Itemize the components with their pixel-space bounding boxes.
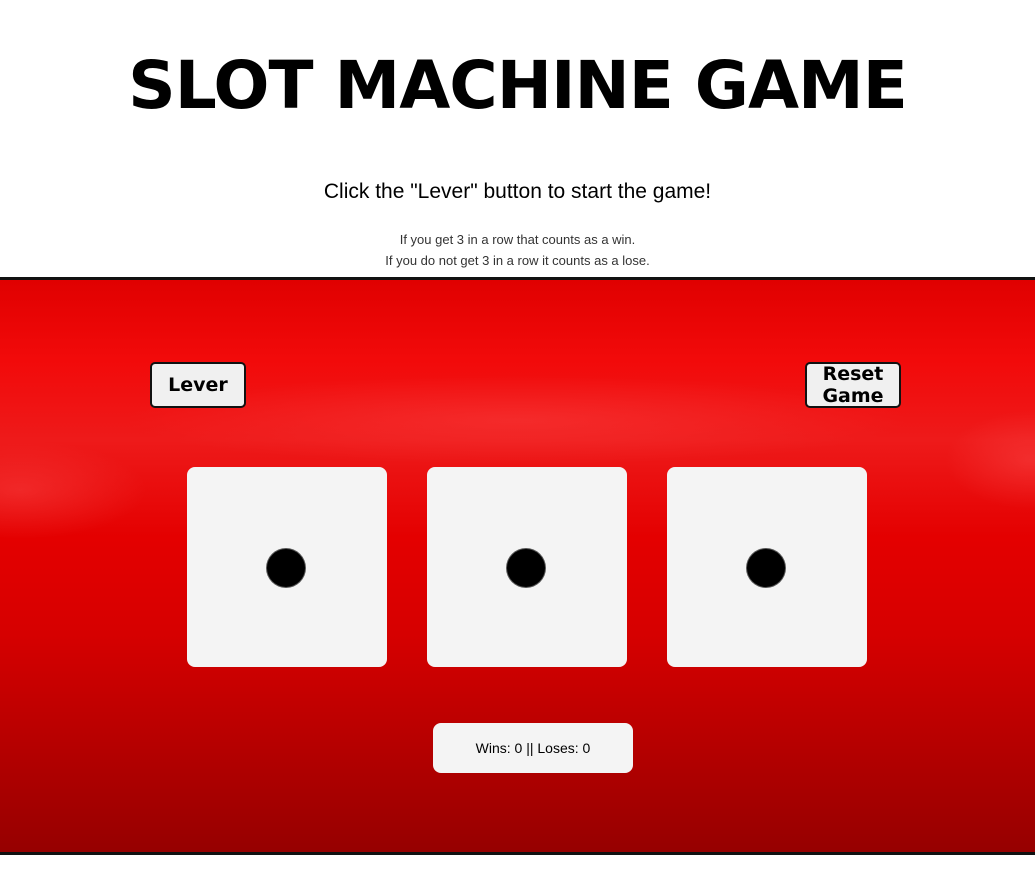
lose-rule: If you do not get 3 in a row it counts a… (385, 253, 650, 268)
rules-text: If you get 3 in a row that counts as a w… (0, 229, 1035, 271)
page-title: SLOT MACHINE GAME (128, 47, 908, 124)
reel-2 (427, 467, 627, 667)
reel-1 (187, 467, 387, 667)
score-display: Wins: 0 || Loses: 0 (433, 723, 633, 773)
instruction-text: Click the "Lever" button to start the ga… (323, 180, 712, 203)
slot-machine-stage: Lever Reset Game Wins: 0 || Loses: 0 (0, 277, 1035, 855)
reel-3 (667, 467, 867, 667)
win-rule: If you get 3 in a row that counts as a w… (399, 232, 636, 247)
pip-icon (267, 549, 305, 587)
pip-icon (747, 549, 785, 587)
pip-icon (507, 549, 545, 587)
lever-button[interactable]: Lever (150, 362, 246, 408)
reset-game-button[interactable]: Reset Game (805, 362, 901, 408)
